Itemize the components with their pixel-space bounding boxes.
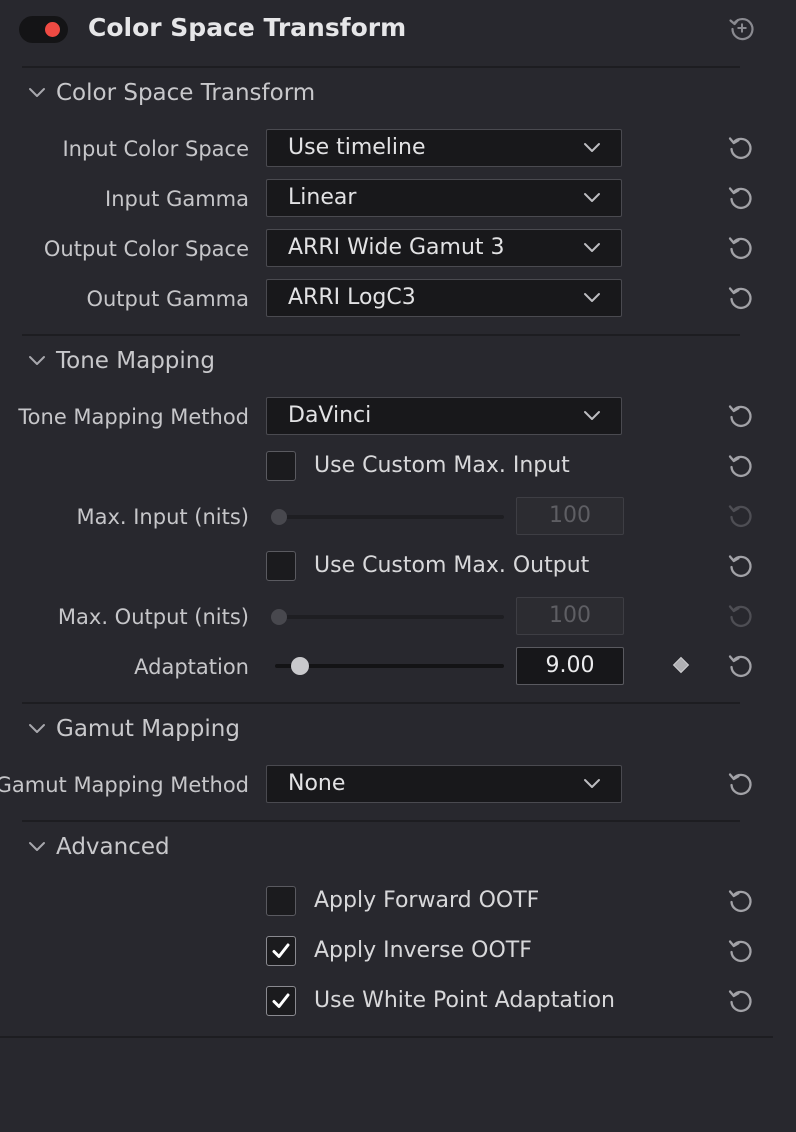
adaptation-slider-track[interactable] [275, 664, 504, 668]
reset-max-input-icon [726, 501, 756, 531]
reset-icon [728, 187, 752, 209]
reset-apply-inverse-ootf-icon[interactable] [726, 936, 756, 966]
max-output-value-field[interactable]: 100 [516, 597, 624, 635]
reset-icon [728, 890, 752, 912]
chevron-down-icon [584, 193, 600, 202]
section-title: Advanced [56, 834, 170, 860]
apply-inverse-ootf-checkbox[interactable] [266, 936, 296, 966]
reset-input-gamma-icon[interactable] [726, 183, 756, 213]
gamut-mapping-method-dropdown[interactable]: None [266, 765, 622, 803]
chevron-down-icon [584, 293, 600, 302]
section-title: Color Space Transform [56, 80, 316, 106]
enable-indicator-dot [45, 22, 60, 37]
output-color-space-dropdown[interactable]: ARRI Wide Gamut 3 [266, 229, 622, 267]
chevron-down-icon [584, 243, 600, 252]
reset-icon [728, 773, 752, 795]
reset-output-gamma-icon[interactable] [726, 283, 756, 313]
input-gamma-label: Input Gamma [105, 187, 249, 211]
reset-tone-mapping-method-icon[interactable] [726, 401, 756, 431]
use-custom-max-output-checkbox[interactable] [266, 551, 296, 581]
reset-output-color-space-icon[interactable] [726, 233, 756, 263]
divider [22, 66, 740, 68]
reset-icon [728, 137, 752, 159]
enable-toggle[interactable] [19, 16, 68, 43]
divider [22, 334, 740, 336]
reset-icon [728, 455, 752, 477]
section-title: Tone Mapping [56, 348, 215, 374]
reset-gamut-mapping-method-icon[interactable] [726, 769, 756, 799]
adaptation-value-field[interactable]: 9.00 [516, 647, 624, 685]
panel-title: Color Space Transform [88, 13, 407, 42]
section-header-gamut-mapping[interactable]: Gamut Mapping [28, 713, 240, 745]
reset-use-custom-max-input-icon[interactable] [726, 451, 756, 481]
chevron-down-icon [584, 779, 600, 788]
reset-icon [728, 405, 752, 427]
use-custom-max-input-checkbox[interactable] [266, 451, 296, 481]
apply-forward-ootf-checkbox[interactable] [266, 886, 296, 916]
input-gamma-dropdown[interactable]: Linear [266, 179, 622, 217]
checkmark-icon [272, 943, 290, 958]
use-custom-max-input-label: Use Custom Max. Input [314, 453, 570, 478]
adaptation-label: Adaptation [134, 655, 249, 679]
output-gamma-label: Output Gamma [86, 287, 249, 311]
chevron-down-icon [584, 143, 600, 152]
max-output-label: Max. Output (nits) [57, 605, 249, 629]
section-header-cst[interactable]: Color Space Transform [28, 77, 315, 109]
reset-input-color-space-icon[interactable] [726, 133, 756, 163]
section-header-tone-mapping[interactable]: Tone Mapping [28, 345, 215, 377]
section-title: Gamut Mapping [56, 716, 240, 742]
tone-mapping-method-label: Tone Mapping Method [18, 405, 249, 429]
reset-max-output-icon [726, 601, 756, 631]
max-output-slider-handle[interactable] [271, 609, 287, 625]
chevron-down-icon [29, 88, 45, 97]
dropdown-value: None [288, 771, 346, 796]
tone-mapping-method-dropdown[interactable]: DaVinci [266, 397, 622, 435]
apply-forward-ootf-label: Apply Forward OOTF [314, 888, 540, 913]
max-output-slider-track[interactable] [275, 615, 504, 619]
divider [22, 820, 740, 822]
input-color-space-dropdown[interactable]: Use timeline [266, 129, 622, 167]
adaptation-slider-handle[interactable] [290, 657, 309, 675]
reset-icon [728, 237, 752, 259]
max-input-slider-track[interactable] [275, 515, 504, 519]
chevron-down-icon [584, 411, 600, 420]
reset-all-icon[interactable] [727, 13, 757, 43]
use-white-point-adaptation-checkbox[interactable] [266, 986, 296, 1016]
reset-icon [728, 605, 752, 627]
reset-icon [728, 505, 752, 527]
dropdown-value: DaVinci [288, 403, 372, 428]
section-header-advanced[interactable]: Advanced [28, 831, 170, 863]
dropdown-value: Use timeline [288, 135, 426, 160]
reset-adaptation-icon[interactable] [726, 651, 756, 681]
max-input-value-field[interactable]: 100 [516, 497, 624, 535]
chevron-down-icon [29, 724, 45, 733]
output-gamma-dropdown[interactable]: ARRI LogC3 [266, 279, 622, 317]
chevron-down-icon [29, 356, 45, 365]
use-white-point-adaptation-label: Use White Point Adaptation [314, 988, 615, 1013]
dropdown-value: ARRI Wide Gamut 3 [288, 235, 505, 260]
chevron-down-icon [29, 842, 45, 851]
gamut-mapping-method-label: Gamut Mapping Method [0, 773, 249, 797]
reset-icon [728, 990, 752, 1012]
reset-apply-forward-ootf-icon[interactable] [726, 886, 756, 916]
dropdown-value: ARRI LogC3 [288, 285, 416, 310]
panel-bottom-divider [0, 1036, 773, 1038]
max-input-label: Max. Input (nits) [76, 505, 249, 529]
reset-icon [728, 940, 752, 962]
checkmark-icon [272, 993, 290, 1008]
reset-icon [728, 287, 752, 309]
dropdown-value: Linear [288, 185, 357, 210]
input-color-space-label: Input Color Space [62, 137, 249, 161]
reset-icon [728, 555, 752, 577]
reset-use-white-point-adaptation-icon[interactable] [726, 986, 756, 1016]
apply-inverse-ootf-label: Apply Inverse OOTF [314, 938, 532, 963]
output-color-space-label: Output Color Space [43, 237, 249, 261]
reset-icon [728, 655, 752, 677]
keyframe-diamond-icon[interactable] [672, 656, 690, 674]
divider [22, 702, 740, 704]
reset-use-custom-max-output-icon[interactable] [726, 551, 756, 581]
max-input-slider-handle[interactable] [271, 509, 287, 525]
use-custom-max-output-label: Use Custom Max. Output [314, 553, 590, 578]
